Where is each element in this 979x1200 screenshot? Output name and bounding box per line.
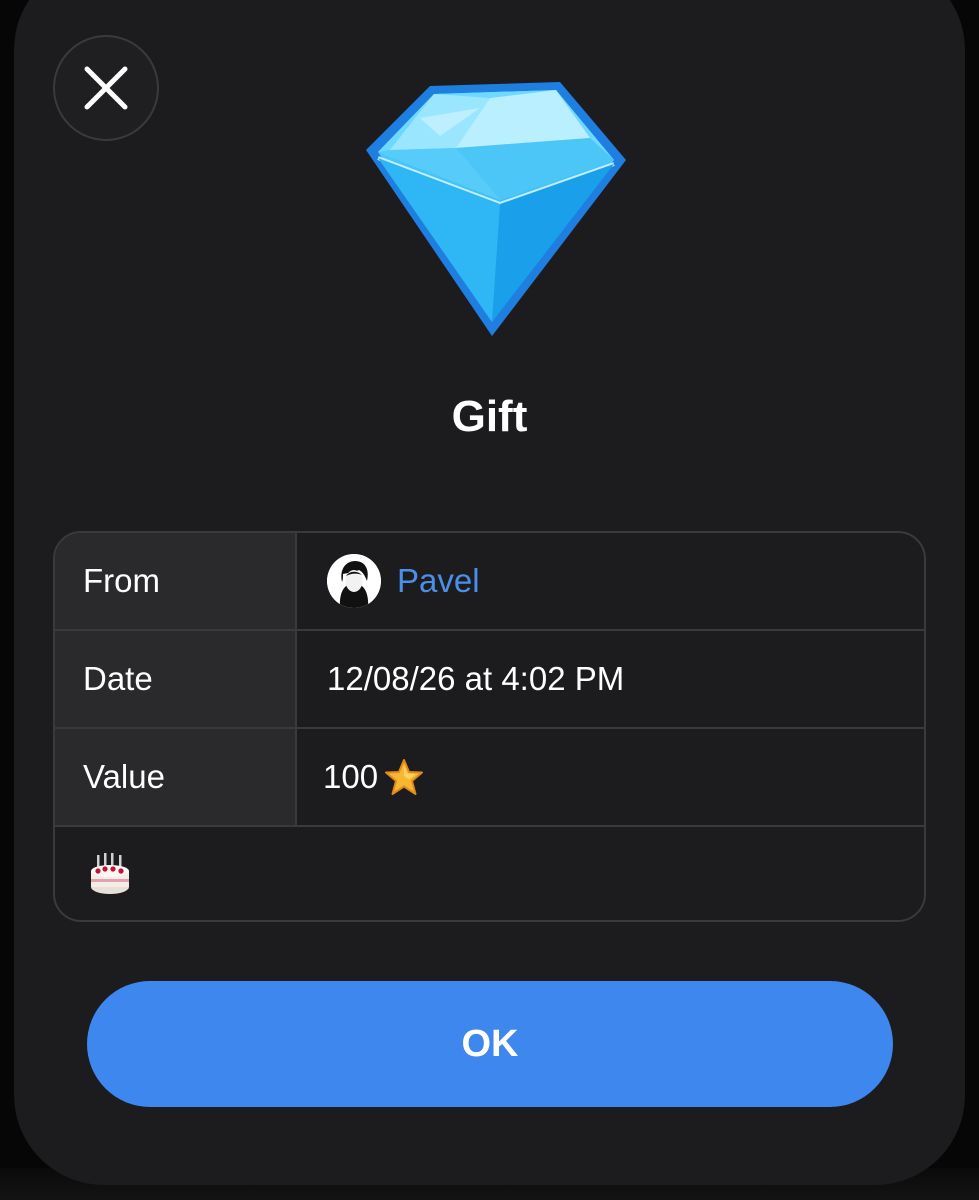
- from-value: Pavel: [297, 533, 924, 629]
- from-label: From: [55, 533, 297, 629]
- close-icon: [84, 66, 128, 110]
- value-row: Value 100: [55, 729, 924, 827]
- gift-note-row: [55, 825, 924, 920]
- value-value: 100: [297, 729, 924, 825]
- dialog-title: Gift: [451, 392, 528, 441]
- diamond-icon: [366, 82, 626, 336]
- date-value: 12/08/26 at 4:02 PM: [327, 660, 625, 697]
- star-icon: [385, 759, 424, 795]
- value-label: Value: [55, 729, 297, 825]
- gift-details-card: From Pavel Date 12/08/26 at 4:02 PM Valu…: [53, 531, 926, 922]
- avatar[interactable]: [327, 554, 381, 608]
- value-amount: 100: [323, 758, 379, 795]
- birthday-cake-icon: [91, 852, 129, 894]
- date-row: Date 12/08/26 at 4:02 PM: [55, 631, 924, 729]
- close-button[interactable]: [53, 35, 159, 141]
- ok-button[interactable]: OK: [87, 981, 893, 1107]
- from-row: From Pavel: [55, 533, 924, 631]
- sender-name-link[interactable]: Pavel: [397, 562, 480, 600]
- date-label: Date: [55, 631, 297, 727]
